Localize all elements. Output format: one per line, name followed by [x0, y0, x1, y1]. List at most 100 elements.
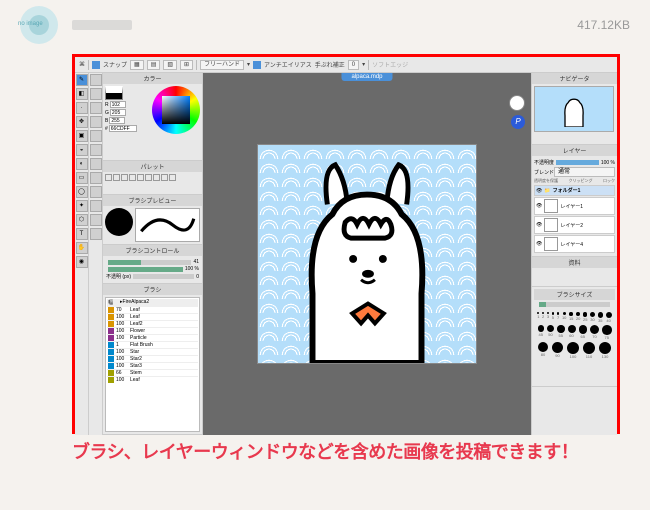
brushsize-dot[interactable]: 80 [538, 342, 548, 359]
brushsize-dot[interactable]: 20 [576, 312, 580, 323]
layer-item[interactable]: 👁レイヤー4 [534, 235, 615, 253]
brushsize-dot[interactable]: 90 [552, 342, 563, 359]
snap-checkbox[interactable] [92, 61, 100, 69]
brushsize-dot[interactable]: 30 [590, 312, 595, 323]
hand-tool[interactable]: ✋ [76, 242, 88, 254]
b-input[interactable] [109, 117, 125, 124]
brush-tool[interactable]: ✎ [76, 74, 88, 86]
brushsize-dot[interactable]: 65 [579, 325, 588, 340]
hex-input[interactable] [109, 125, 137, 132]
brushsize-dot[interactable]: 110 [583, 342, 595, 359]
eyedrop-tool[interactable]: ◉ [76, 256, 88, 268]
tool-icon[interactable] [90, 158, 102, 170]
brush-list-item[interactable]: 100Flower [107, 327, 198, 334]
navigator-thumb[interactable] [534, 86, 614, 132]
canvas-tab[interactable]: alpaca.mdp [341, 73, 392, 81]
brushsize-dot[interactable]: 25 [583, 312, 588, 323]
brushsize-dot[interactable]: 50 [547, 325, 554, 340]
bucket-tool[interactable]: ◒ [76, 144, 88, 156]
blend-select[interactable]: 通常 [554, 167, 615, 177]
grid-btn3[interactable]: ▧ [163, 60, 177, 70]
canvas[interactable] [257, 144, 477, 364]
brushsize-dot[interactable]: 100 [567, 342, 579, 359]
brushsize-dot[interactable]: 70 [590, 325, 599, 340]
brushsize-dot[interactable]: 75 [602, 325, 612, 340]
brush-list-item[interactable]: 100Star [107, 348, 198, 355]
brushsize-dot[interactable]: 35 [598, 312, 604, 323]
brushsize-dot[interactable]: 7 [557, 312, 560, 323]
soft-slider[interactable] [133, 274, 194, 279]
pen-select-tool[interactable]: ⬡ [76, 214, 88, 226]
tool-icon[interactable] [90, 214, 102, 226]
brush-list[interactable]: 幅▸FireAlpaca2 70Leaf100Leaf100Leaf2100Fl… [105, 297, 200, 432]
fill-tool[interactable]: ▣ [76, 130, 88, 142]
color-panel-header: カラー [103, 73, 202, 84]
brush-list-item[interactable]: 100Leaf2 [107, 320, 198, 327]
layer-item[interactable]: 👁レイヤー2 [534, 216, 615, 234]
brushsize-dot[interactable]: 40 [606, 312, 612, 323]
brush-list-item[interactable]: 100Star2 [107, 355, 198, 362]
grid-btn2[interactable]: ▤ [147, 60, 161, 70]
freehand-select[interactable]: フリーハンド [200, 60, 244, 70]
tool-icon[interactable] [90, 74, 102, 86]
select-tool[interactable]: ▭ [76, 172, 88, 184]
r-input[interactable] [110, 101, 126, 108]
tool-icon[interactable] [90, 102, 102, 114]
brushsize-dot[interactable]: 15 [569, 312, 573, 323]
tool-icon[interactable] [90, 144, 102, 156]
brushsize-dot[interactable]: 5 [552, 312, 555, 323]
dot-tool[interactable]: · [76, 102, 88, 114]
g-input[interactable] [110, 109, 126, 116]
chevron-down-icon[interactable]: ▾ [362, 61, 365, 68]
brushsize-dot[interactable]: 45 [538, 325, 545, 340]
eye-icon[interactable]: 👁 [536, 241, 542, 247]
p-badge-icon[interactable]: P [511, 115, 525, 129]
brushsize-grid[interactable]: 1235710152025303540455055606570758090100… [534, 309, 615, 362]
layer-opacity-slider[interactable] [556, 160, 599, 165]
layer-folder[interactable]: 👁📁フォルダー1 [534, 185, 615, 196]
user-avatar-icon[interactable] [509, 95, 525, 111]
brushsize-dot[interactable]: 55 [557, 325, 565, 340]
bs-slider[interactable] [539, 302, 610, 307]
brush-list-item[interactable]: 66Stem [107, 369, 198, 376]
aa-checkbox[interactable] [253, 61, 261, 69]
brush-list-item[interactable]: 100Star3 [107, 362, 198, 369]
tool-icon[interactable] [90, 116, 102, 128]
lasso-tool[interactable]: ◯ [76, 186, 88, 198]
tool-icon[interactable] [90, 88, 102, 100]
size-slider[interactable] [108, 260, 191, 265]
tool-icon[interactable] [90, 200, 102, 212]
tool-icon[interactable] [90, 228, 102, 240]
tool-icon[interactable] [90, 186, 102, 198]
brushsize-dot[interactable]: 1 [537, 312, 539, 323]
brush-list-item[interactable]: 100Particle [107, 334, 198, 341]
move-tool[interactable]: ✥ [76, 116, 88, 128]
tool-icon[interactable] [90, 130, 102, 142]
shake-value[interactable]: 0 [348, 60, 359, 70]
wand-tool[interactable]: ✦ [76, 200, 88, 212]
palette-grid[interactable] [103, 172, 202, 194]
opacity-slider[interactable] [108, 267, 183, 272]
chevron-down-icon[interactable]: ▾ [247, 61, 250, 68]
brush-list-item[interactable]: 1Flat Brush [107, 341, 198, 348]
brush-list-item[interactable]: 100Leaf [107, 376, 198, 383]
brushsize-dot[interactable]: 10 [562, 312, 566, 323]
eye-icon[interactable]: 👁 [536, 222, 542, 228]
text-tool[interactable]: T [76, 228, 88, 240]
brush-list-item[interactable]: 70Leaf [107, 306, 198, 313]
brushsize-dot[interactable]: 60 [568, 325, 576, 340]
color-wheel[interactable] [152, 86, 200, 134]
brushsize-dot[interactable]: 2 [542, 312, 544, 323]
grid-btn4[interactable]: ⊞ [180, 60, 193, 70]
eraser-tool[interactable]: ◧ [76, 88, 88, 100]
eye-icon[interactable]: 👁 [536, 188, 542, 194]
tool-icon[interactable] [90, 172, 102, 184]
gradient-tool[interactable]: ◐ [76, 158, 88, 170]
fg-bg-swatch[interactable] [105, 86, 123, 100]
brush-list-item[interactable]: 100Leaf [107, 313, 198, 320]
brushsize-dot[interactable]: 3 [547, 312, 549, 323]
layer-item[interactable]: 👁レイヤー1 [534, 197, 615, 215]
eye-icon[interactable]: 👁 [536, 203, 542, 209]
grid-btn[interactable]: ▦ [130, 60, 144, 70]
brushsize-dot[interactable]: 130 [599, 342, 611, 359]
